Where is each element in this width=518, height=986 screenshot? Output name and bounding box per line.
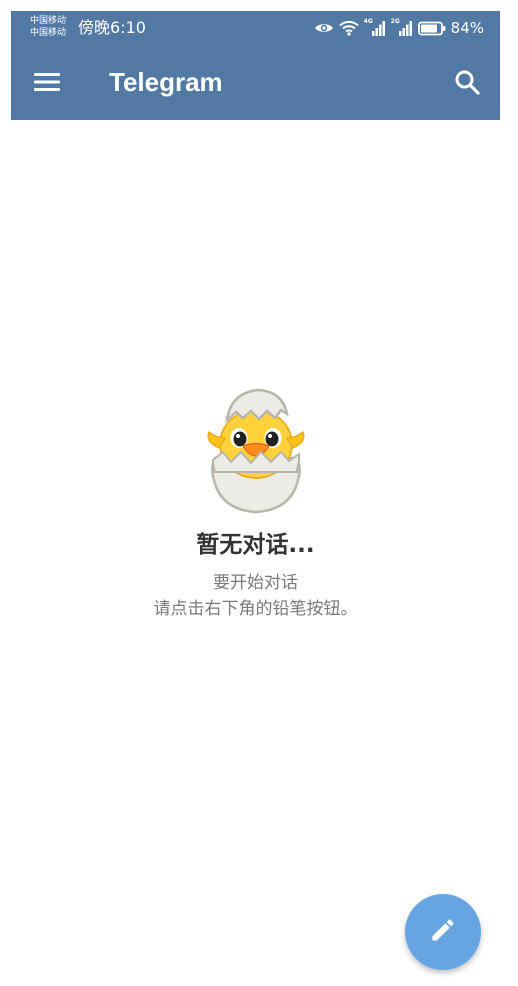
status-bar: 中国移动 中国移动 傍晚6:10 4G 2G 84% (11, 11, 500, 45)
empty-state-title: 暂无对话... (196, 532, 315, 558)
status-icons: 4G 2G 84% (314, 18, 484, 38)
empty-chats-state: 暂无对话... 要开始对话 请点击右下角的铅笔按钮。 (11, 386, 500, 622)
network-2-label: 2G (390, 18, 400, 25)
hatching-chick-sticker (207, 388, 304, 514)
signal-2g-icon: 2G (390, 18, 413, 36)
signal-4g-icon: 4G (363, 18, 386, 36)
wifi-icon (338, 20, 359, 36)
battery-icon (417, 21, 446, 36)
new-message-button[interactable] (405, 894, 481, 970)
network-1-label: 4G (363, 18, 373, 25)
empty-state-line-1: 要开始对话 (213, 573, 298, 593)
empty-state-line-2: 请点击右下角的铅笔按钮。 (153, 599, 358, 619)
carrier-2-label: 中国移动 (30, 28, 67, 38)
menu-button[interactable] (31, 68, 63, 100)
app-title: Telegram (109, 67, 223, 97)
carrier-1-label: 中国移动 (30, 16, 67, 26)
search-button[interactable] (450, 67, 484, 101)
eye-icon (314, 21, 334, 35)
app-screen: 中国移动 中国移动 傍晚6:10 4G 2G 84% Telegram 暂无对话… (11, 11, 500, 986)
pencil-icon (429, 916, 457, 948)
menu-icon (34, 72, 60, 96)
header: 中国移动 中国移动 傍晚6:10 4G 2G 84% Telegram (11, 11, 500, 120)
status-time: 傍晚6:10 (78, 18, 146, 37)
carrier-info: 中国移动 中国移动 (30, 15, 66, 39)
search-icon (454, 69, 480, 99)
app-bar: Telegram (11, 45, 500, 120)
battery-percent: 84% (450, 19, 484, 37)
